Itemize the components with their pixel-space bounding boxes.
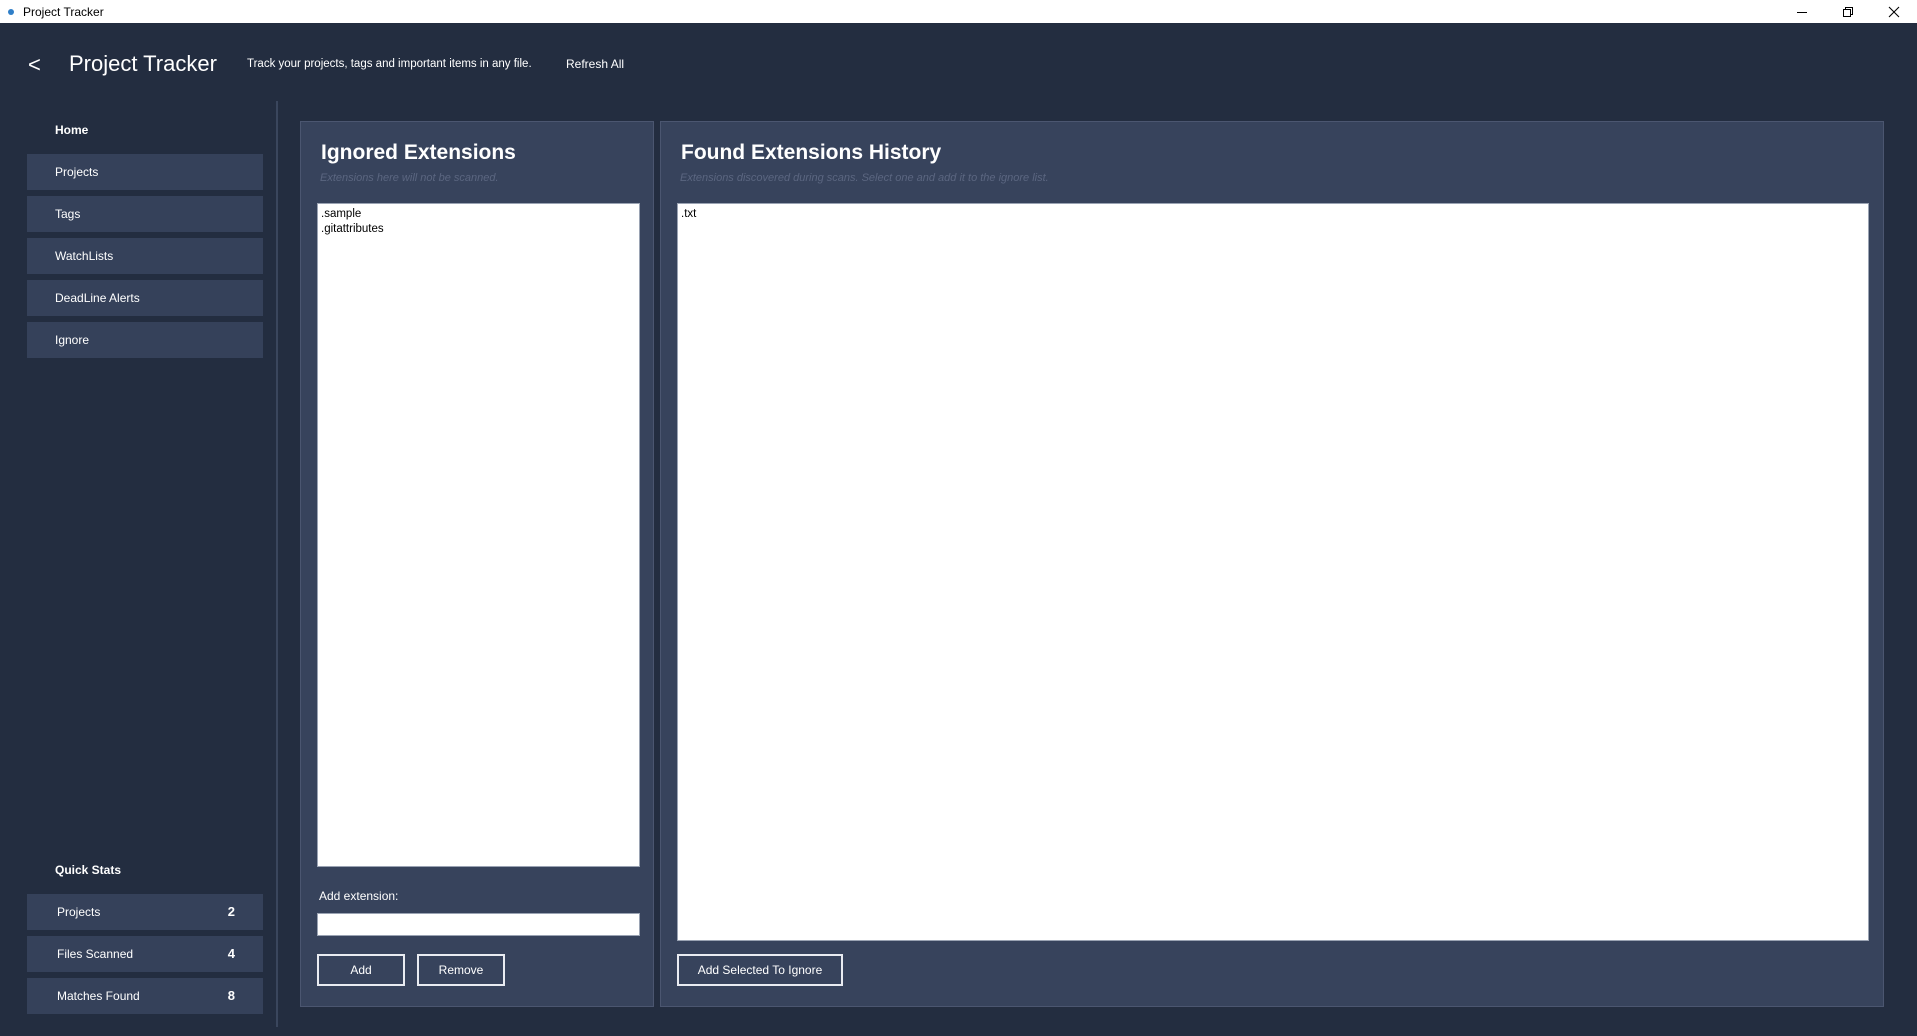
stat-label: Projects [57,905,101,919]
app-tagline: Track your projects, tags and important … [247,58,532,70]
ignored-extensions-list[interactable]: .sample .gitattributes [317,203,640,867]
remove-button[interactable]: Remove [417,954,505,986]
stat-value: 8 [227,988,235,1003]
stat-matches-found: Matches Found 8 [27,978,263,1014]
list-item[interactable]: .gitattributes [321,222,636,237]
window-controls [1779,0,1917,23]
stat-label: Matches Found [57,989,140,1003]
sidebar-item-home[interactable]: Home [55,122,88,138]
back-button[interactable]: < [28,52,41,78]
sidebar-item-watchlists[interactable]: WatchLists [27,238,263,274]
sidebar-item-ignore[interactable]: Ignore [27,322,263,358]
window-title: Project Tracker [23,4,104,19]
add-extension-input[interactable] [317,913,640,936]
stat-label: Files Scanned [57,947,134,961]
stat-files-scanned: Files Scanned 4 [27,936,263,972]
found-extensions-list[interactable]: .txt [677,203,1869,941]
sidebar-item-projects[interactable]: Projects [27,154,263,190]
quick-stats-title: Quick Stats [55,863,122,877]
restore-icon[interactable] [1825,0,1871,23]
found-extensions-panel: Found Extensions History Extensions disc… [660,121,1884,1007]
found-extensions-subtitle: Extensions discovered during scans. Sele… [680,172,1049,184]
refresh-all-button[interactable]: Refresh All [566,57,624,71]
app-icon [6,7,16,17]
found-extensions-title: Found Extensions History [681,141,942,164]
add-extension-label: Add extension: [319,889,399,903]
stat-projects: Projects 2 [27,894,263,930]
minimize-icon[interactable] [1779,0,1825,23]
close-icon[interactable] [1871,0,1917,23]
app-title: Project Tracker [69,51,217,76]
add-button[interactable]: Add [317,954,405,986]
list-item[interactable]: .txt [681,207,1865,222]
sidebar-divider [276,101,278,1027]
window-titlebar: Project Tracker [0,0,1917,23]
sidebar-item-deadline-alerts[interactable]: DeadLine Alerts [27,280,263,316]
list-item[interactable]: .sample [321,207,636,222]
stat-value: 2 [227,904,235,919]
stat-value: 4 [227,946,235,961]
ignored-extensions-panel: Ignored Extensions Extensions here will … [300,121,654,1007]
sidebar-item-tags[interactable]: Tags [27,196,263,232]
ignored-extensions-title: Ignored Extensions [321,141,516,164]
ignored-extensions-subtitle: Extensions here will not be scanned. [320,172,499,184]
add-selected-to-ignore-button[interactable]: Add Selected To Ignore [677,954,843,986]
